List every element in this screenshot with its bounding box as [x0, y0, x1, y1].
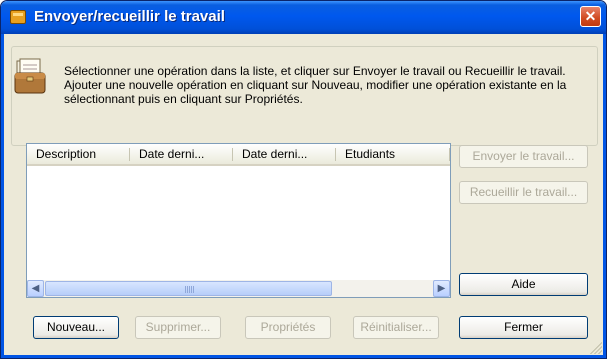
title-bar[interactable]: Envoyer/recueillir le travail ✕	[1, 1, 606, 34]
help-button[interactable]: Aide	[459, 273, 588, 296]
close-window-button[interactable]: ✕	[580, 6, 601, 27]
instructions-text: Sélectionner une opération dans la liste…	[64, 64, 567, 106]
scroll-right-button[interactable]: ▶	[433, 280, 450, 297]
window-frame-bottom	[1, 355, 606, 358]
window-frame-left	[1, 34, 4, 358]
column-header-date-2[interactable]: Date derni...	[233, 144, 336, 164]
scrollbar-thumb[interactable]	[45, 281, 332, 296]
window-frame-right	[603, 34, 606, 358]
new-button[interactable]: Nouveau...	[33, 316, 119, 339]
column-header-date-1[interactable]: Date derni...	[130, 144, 233, 164]
reset-button[interactable]: Réinitialiser...	[353, 316, 439, 339]
close-icon: ✕	[584, 8, 597, 24]
send-work-button[interactable]: Envoyer le travail...	[459, 145, 588, 168]
window-title: Envoyer/recueillir le travail	[34, 8, 225, 25]
horizontal-scrollbar[interactable]: ◀ ▶	[27, 280, 450, 297]
delete-button[interactable]: Supprimer...	[135, 316, 221, 339]
briefcase-icon	[10, 10, 26, 24]
scroll-left-button[interactable]: ◀	[27, 280, 44, 297]
operations-list[interactable]: Description Date derni... Date derni... …	[26, 143, 451, 298]
close-button[interactable]: Fermer	[459, 316, 588, 339]
arrow-right-icon: ▶	[437, 283, 446, 294]
list-header: Description Date derni... Date derni... …	[27, 144, 450, 166]
column-header-students[interactable]: Etudiants	[336, 144, 450, 164]
properties-button[interactable]: Propriétés	[245, 316, 331, 339]
grip-icon	[184, 286, 194, 293]
collect-work-button[interactable]: Recueillir le travail...	[459, 181, 588, 204]
resize-grip[interactable]	[590, 342, 602, 354]
briefcase-icon	[14, 58, 46, 94]
column-header-description[interactable]: Description	[27, 144, 130, 164]
dialog-window: Envoyer/recueillir le travail ✕ Sélectio…	[0, 0, 607, 359]
arrow-left-icon: ◀	[31, 283, 40, 294]
